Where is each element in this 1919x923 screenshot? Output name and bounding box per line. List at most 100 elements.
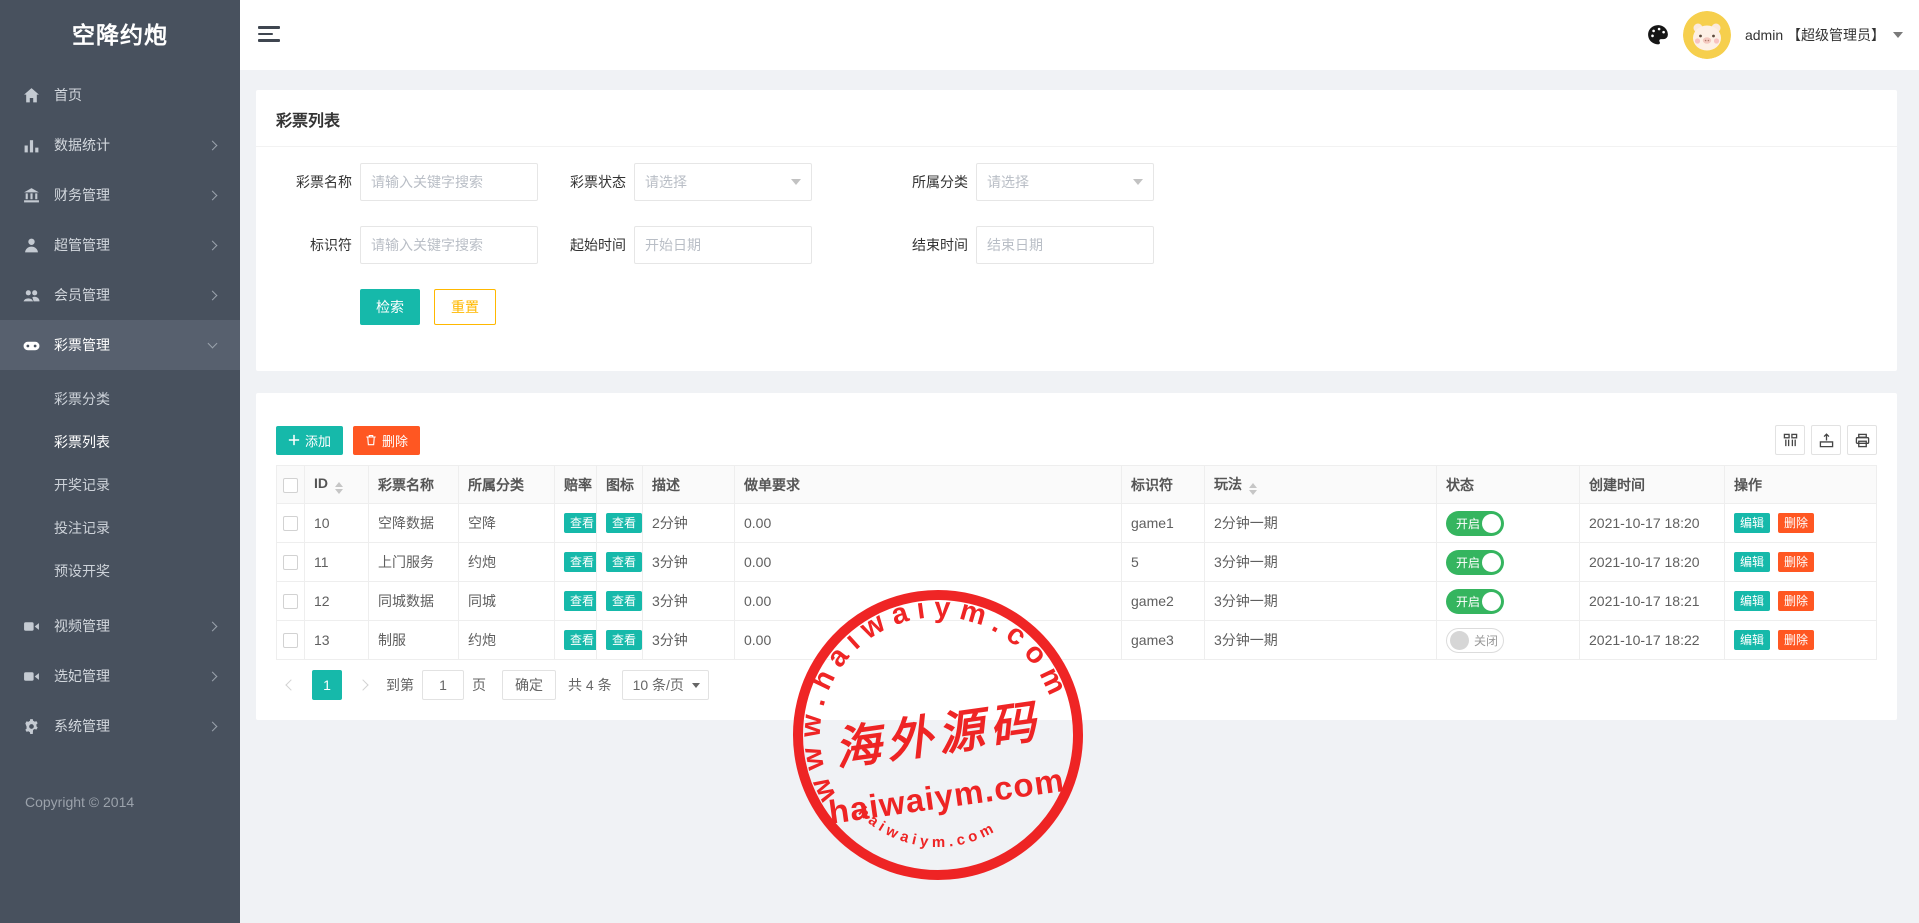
total-count: 共 4 条 [568, 675, 612, 695]
cell-created: 2021-10-17 18:20 [1580, 543, 1725, 582]
edit-button[interactable]: 编辑 [1734, 513, 1770, 533]
row-checkbox[interactable] [283, 555, 298, 570]
delete-button[interactable]: 删除 [353, 426, 420, 455]
sidebar-item-video[interactable]: 视频管理 [0, 601, 240, 651]
status-toggle[interactable]: 开启 [1446, 511, 1504, 536]
theme-palette-icon[interactable] [1647, 24, 1669, 46]
edit-button[interactable]: 编辑 [1734, 552, 1770, 572]
view-icon-button[interactable]: 查看 [606, 513, 642, 533]
row-delete-button[interactable]: 删除 [1778, 513, 1814, 533]
sort-icon[interactable] [335, 482, 343, 494]
sidebar-subitem-lottery-category[interactable]: 彩票分类 [0, 378, 240, 421]
sidebar-subitem-draw-records[interactable]: 开奖记录 [0, 464, 240, 507]
sidebar-item-label: 首页 [54, 85, 82, 105]
cell-play: 2分钟一期 [1205, 504, 1437, 543]
copyright: Copyright © 2014 [25, 794, 134, 810]
view-odds-button[interactable]: 查看 [564, 552, 597, 572]
table-row: 12 同城数据 同城 查看 查看 3分钟 0.00 game2 3分钟一期 开启… [277, 582, 1877, 621]
sidebar-item-lottery[interactable]: 彩票管理 [0, 320, 240, 370]
sidebar-item-finance[interactable]: 财务管理 [0, 170, 240, 220]
select-all-checkbox[interactable] [283, 478, 298, 493]
view-odds-button[interactable]: 查看 [564, 630, 597, 650]
end-date-input[interactable] [976, 226, 1154, 264]
table-row: 13 制服 约炮 查看 查看 3分钟 0.00 game3 3分钟一期 关闭 2… [277, 621, 1877, 660]
export-icon[interactable] [1811, 425, 1841, 455]
user-menu[interactable]: admin 【超级管理员】 [1745, 25, 1903, 45]
sidebar-subitem-bet-records[interactable]: 投注记录 [0, 507, 240, 550]
goto-page-input[interactable] [422, 670, 464, 700]
row-checkbox[interactable] [283, 516, 298, 531]
status-toggle[interactable]: 开启 [1446, 589, 1504, 614]
cell-requirement: 0.00 [735, 582, 1122, 621]
menu-toggle-icon[interactable] [258, 26, 280, 44]
cell-requirement: 0.00 [735, 543, 1122, 582]
gear-icon [23, 718, 40, 735]
edit-button[interactable]: 编辑 [1734, 630, 1770, 650]
name-input[interactable] [360, 163, 538, 201]
column-header-created: 创建时间 [1580, 466, 1725, 504]
sidebar-item-members[interactable]: 会员管理 [0, 270, 240, 320]
view-icon-button[interactable]: 查看 [606, 591, 642, 611]
cell-name: 同城数据 [369, 582, 459, 621]
sidebar-item-system[interactable]: 系统管理 [0, 701, 240, 751]
sidebar-nav: 首页 数据统计 财务管理 超管管理 会员管理 彩票管理 彩票分类 [0, 70, 240, 751]
user-icon [23, 237, 40, 254]
column-header-requirement: 做单要求 [735, 466, 1122, 504]
row-delete-button[interactable]: 删除 [1778, 591, 1814, 611]
pagination-next[interactable] [348, 670, 378, 700]
cell-name: 空降数据 [369, 504, 459, 543]
cell-desc: 3分钟 [643, 621, 735, 660]
avatar[interactable] [1683, 11, 1731, 59]
view-odds-button[interactable]: 查看 [564, 513, 597, 533]
status-toggle[interactable]: 关闭 [1446, 628, 1504, 653]
category-select[interactable]: 请选择 [976, 163, 1154, 201]
column-header-actions: 操作 [1725, 466, 1877, 504]
status-select-value: 请选择 [645, 172, 687, 192]
sidebar-item-concubine[interactable]: 选妃管理 [0, 651, 240, 701]
table-row: 11 上门服务 约炮 查看 查看 3分钟 0.00 5 3分钟一期 开启 202… [277, 543, 1877, 582]
trash-icon [365, 434, 377, 446]
identifier-input[interactable] [360, 226, 538, 264]
sort-icon[interactable] [1249, 483, 1257, 495]
status-select[interactable]: 请选择 [634, 163, 812, 201]
table-card: 添加 删除 [256, 393, 1897, 720]
chevron-right-icon [208, 290, 218, 300]
sidebar-item-label: 数据统计 [54, 135, 110, 155]
sidebar-item-home[interactable]: 首页 [0, 70, 240, 120]
sidebar-subitem-preset-draw[interactable]: 预设开奖 [0, 550, 240, 593]
sidebar-item-label: 会员管理 [54, 285, 110, 305]
row-delete-button[interactable]: 删除 [1778, 552, 1814, 572]
view-odds-button[interactable]: 查看 [564, 591, 597, 611]
edit-button[interactable]: 编辑 [1734, 591, 1770, 611]
add-button[interactable]: 添加 [276, 426, 343, 455]
print-icon[interactable] [1847, 425, 1877, 455]
row-checkbox[interactable] [283, 633, 298, 648]
sidebar-item-data-stats[interactable]: 数据统计 [0, 120, 240, 170]
search-button[interactable]: 检索 [360, 289, 420, 325]
goto-confirm-button[interactable]: 确定 [502, 670, 556, 700]
pagination-page-1[interactable]: 1 [312, 670, 342, 700]
start-date-input[interactable] [634, 226, 812, 264]
cell-id: 12 [305, 582, 369, 621]
cell-category: 约炮 [459, 543, 555, 582]
column-header-id[interactable]: ID [305, 466, 369, 504]
sidebar-subitem-lottery-list[interactable]: 彩票列表 [0, 421, 240, 464]
filter-columns-icon[interactable] [1775, 425, 1805, 455]
row-delete-button[interactable]: 删除 [1778, 630, 1814, 650]
username: admin 【超级管理员】 [1745, 25, 1885, 45]
view-icon-button[interactable]: 查看 [606, 552, 642, 572]
row-checkbox[interactable] [283, 594, 298, 609]
cell-category: 约炮 [459, 621, 555, 660]
pagination-prev[interactable] [276, 670, 306, 700]
page-size-select[interactable]: 10 条/页 [622, 670, 709, 700]
status-toggle[interactable]: 开启 [1446, 550, 1504, 575]
cell-requirement: 0.00 [735, 621, 1122, 660]
view-icon-button[interactable]: 查看 [606, 630, 642, 650]
sidebar-item-label: 财务管理 [54, 185, 110, 205]
column-header-name: 彩票名称 [369, 466, 459, 504]
status-label: 彩票状态 [550, 172, 626, 192]
sidebar-item-superadmin[interactable]: 超管管理 [0, 220, 240, 270]
chevron-down-icon [208, 339, 218, 349]
reset-button[interactable]: 重置 [434, 289, 496, 325]
column-header-play[interactable]: 玩法 [1205, 466, 1437, 504]
